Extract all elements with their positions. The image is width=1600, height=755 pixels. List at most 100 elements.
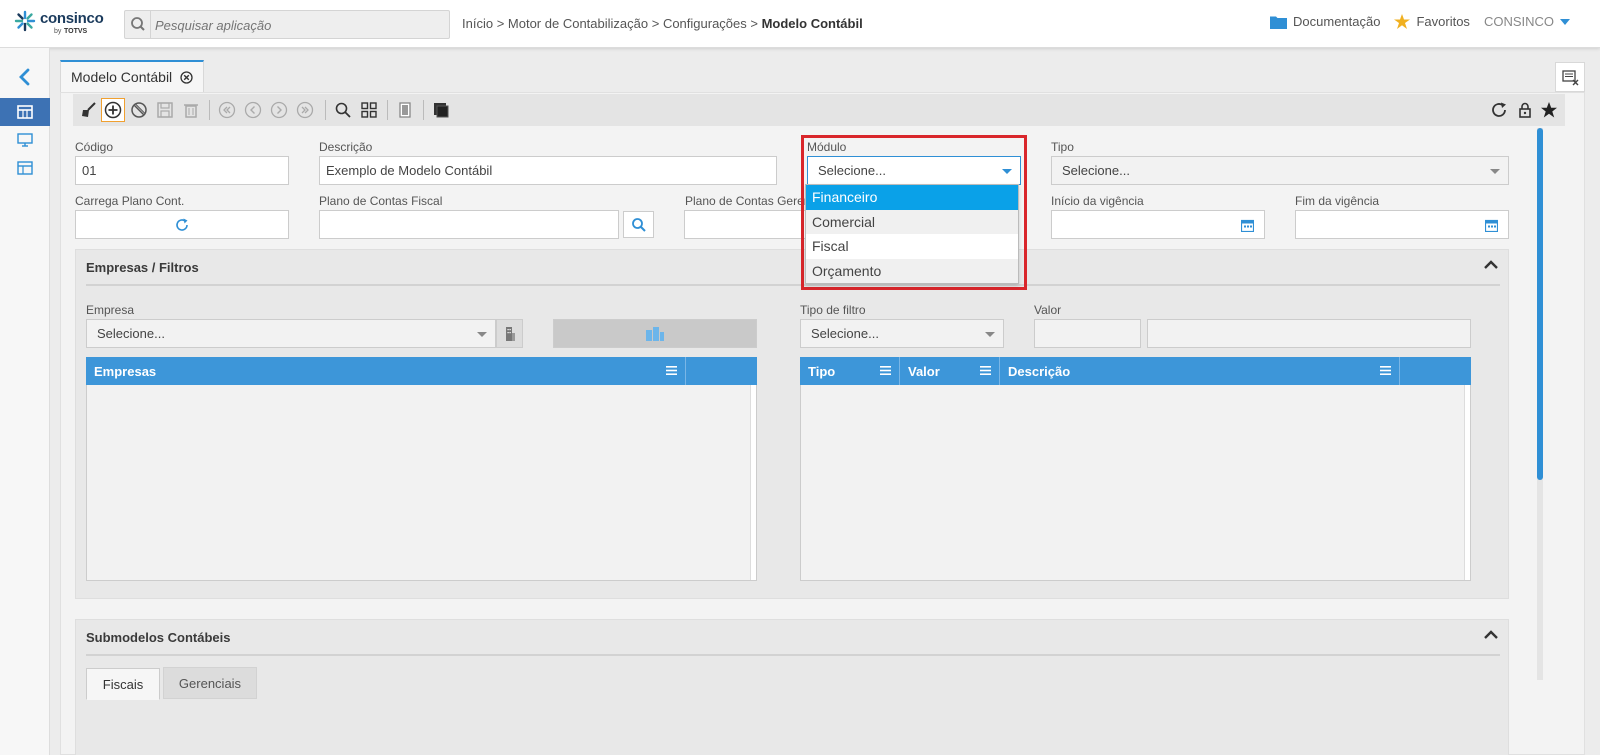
menu-icon[interactable] <box>1380 365 1391 376</box>
lock-button[interactable] <box>1513 98 1537 122</box>
save-button[interactable] <box>153 98 177 122</box>
menu-icon[interactable] <box>980 365 991 376</box>
codigo-field[interactable]: 01 <box>75 156 289 185</box>
section-title: Submodelos Contábeis <box>86 630 231 645</box>
grid-scrollbar[interactable] <box>1464 385 1470 580</box>
tab-modelo-contabil[interactable]: Modelo Contábil <box>60 60 205 92</box>
carrega-plano-button[interactable] <box>75 210 289 239</box>
close-all-tabs-button[interactable] <box>1555 62 1585 92</box>
app-search[interactable] <box>124 10 450 39</box>
add-empresa-button[interactable] <box>553 319 757 348</box>
table-icon[interactable] <box>17 160 33 176</box>
logo-totvs: TOTVS <box>64 28 88 35</box>
last-record-button[interactable] <box>293 98 317 122</box>
next-record-button[interactable] <box>267 98 291 122</box>
tipo-filtro-select[interactable]: Selecione... <box>800 319 1004 348</box>
calendar-icon[interactable] <box>1485 219 1498 232</box>
modulo-option-financeiro[interactable]: Financeiro <box>806 185 1018 210</box>
breadcrumb-item-motor[interactable]: Motor de Contabilização <box>508 16 648 31</box>
grid-col-tipo[interactable]: Tipo <box>800 357 900 385</box>
grid-col-label: Empresas <box>94 363 157 379</box>
empresa-lookup-button[interactable] <box>496 319 523 348</box>
chevron-up-icon[interactable] <box>1484 260 1498 270</box>
valor-descricao-field[interactable] <box>1147 319 1471 348</box>
grid-col-empresas[interactable]: Empresas <box>86 357 686 385</box>
clear-button[interactable] <box>77 98 101 122</box>
scrollbar-thumb[interactable] <box>1537 128 1543 480</box>
search-icon <box>631 217 646 232</box>
tipo-filtro-label: Tipo de filtro <box>800 303 866 317</box>
grid-col-valor[interactable]: Valor <box>900 357 1000 385</box>
breadcrumb: Início > Motor de Contabilização > Confi… <box>462 16 863 31</box>
modulo-option-orcamento[interactable]: Orçamento <box>806 258 1018 283</box>
favoritos-link[interactable]: Favoritos <box>1394 14 1470 29</box>
grid-icon <box>361 102 377 118</box>
document-icon <box>399 102 411 118</box>
carrega-label: Carrega Plano Cont. <box>75 194 185 208</box>
grid-col-descricao[interactable]: Descrição <box>1000 357 1400 385</box>
plano-fiscal-search-button[interactable] <box>623 211 654 238</box>
copy-button[interactable] <box>429 98 453 122</box>
page-scrollbar[interactable] <box>1537 128 1543 680</box>
breadcrumb-sep: > <box>493 16 508 31</box>
user-menu[interactable]: CONSINCO <box>1484 14 1570 29</box>
close-circle-icon[interactable] <box>180 70 193 84</box>
search-icon <box>125 11 151 38</box>
valor-field[interactable] <box>1034 319 1141 348</box>
chevron-up-icon[interactable] <box>1484 630 1498 640</box>
empresa-label: Empresa <box>86 303 135 317</box>
plano-fiscal-label: Plano de Contas Fiscal <box>319 194 443 208</box>
empresa-select[interactable]: Selecione... <box>86 319 496 348</box>
buildings-icon <box>646 326 664 341</box>
first-record-button[interactable] <box>215 98 239 122</box>
chevron-right-circle-icon <box>270 101 288 119</box>
modulo-option-fiscal[interactable]: Fiscal <box>806 234 1018 259</box>
breadcrumb-current: Modelo Contábil <box>761 16 863 31</box>
descricao-field[interactable]: Exemplo de Modelo Contábil <box>319 156 777 185</box>
plano-gerencial-field[interactable] <box>684 210 814 239</box>
grid-scrollbar[interactable] <box>750 385 756 580</box>
add-button[interactable] <box>101 98 125 122</box>
search-button[interactable] <box>331 98 355 122</box>
filtros-grid-body <box>800 385 1471 581</box>
menu-icon[interactable] <box>666 365 677 376</box>
chevron-double-right-icon <box>296 101 314 119</box>
consinco-logo[interactable]: consinco by TOTVS <box>14 8 104 40</box>
breadcrumb-item-configuracoes[interactable]: Configurações <box>663 16 747 31</box>
empresas-grid-header: Empresas <box>86 357 757 385</box>
tipo-filtro-value: Selecione... <box>811 326 879 341</box>
plus-circle-icon <box>104 101 122 119</box>
report-button[interactable] <box>393 98 417 122</box>
calendar-icon[interactable] <box>1241 219 1254 232</box>
window-close-icon <box>1562 70 1579 86</box>
modulo-option-comercial[interactable]: Comercial <box>806 209 1018 234</box>
fim-vigencia-field[interactable] <box>1295 210 1509 239</box>
cancel-button[interactable] <box>127 98 151 122</box>
breadcrumb-item-inicio[interactable]: Início <box>462 16 493 31</box>
breadcrumb-sep: > <box>648 16 663 31</box>
valor-label: Valor <box>1034 303 1062 317</box>
chevron-left-icon[interactable] <box>14 66 36 88</box>
delete-button[interactable] <box>179 98 203 122</box>
monitor-icon[interactable] <box>17 132 33 148</box>
toolbar-separator <box>209 100 210 120</box>
search-input[interactable] <box>155 15 445 35</box>
fim-vigencia-label: Fim da vigência <box>1295 194 1380 208</box>
header-actions: Documentação Favoritos CONSINCO <box>1270 14 1570 29</box>
refresh-icon <box>1492 102 1506 117</box>
previous-record-button[interactable] <box>241 98 265 122</box>
grid-view-button[interactable] <box>357 98 381 122</box>
tipo-select[interactable]: Selecione... <box>1051 156 1509 185</box>
sidebar-item-active[interactable] <box>0 98 50 126</box>
toolbar <box>73 94 1565 126</box>
refresh-button[interactable] <box>1487 98 1511 122</box>
caret-down-icon <box>477 332 487 337</box>
favorite-button[interactable] <box>1537 98 1561 122</box>
documentacao-link[interactable]: Documentação <box>1270 14 1380 29</box>
tab-gerenciais[interactable]: Gerenciais <box>163 667 257 699</box>
menu-icon[interactable] <box>880 365 891 376</box>
tab-fiscais[interactable]: Fiscais <box>86 668 160 700</box>
plano-fiscal-field[interactable] <box>319 210 619 239</box>
inicio-vigencia-field[interactable] <box>1051 210 1265 239</box>
tab-label: Gerenciais <box>178 675 242 691</box>
